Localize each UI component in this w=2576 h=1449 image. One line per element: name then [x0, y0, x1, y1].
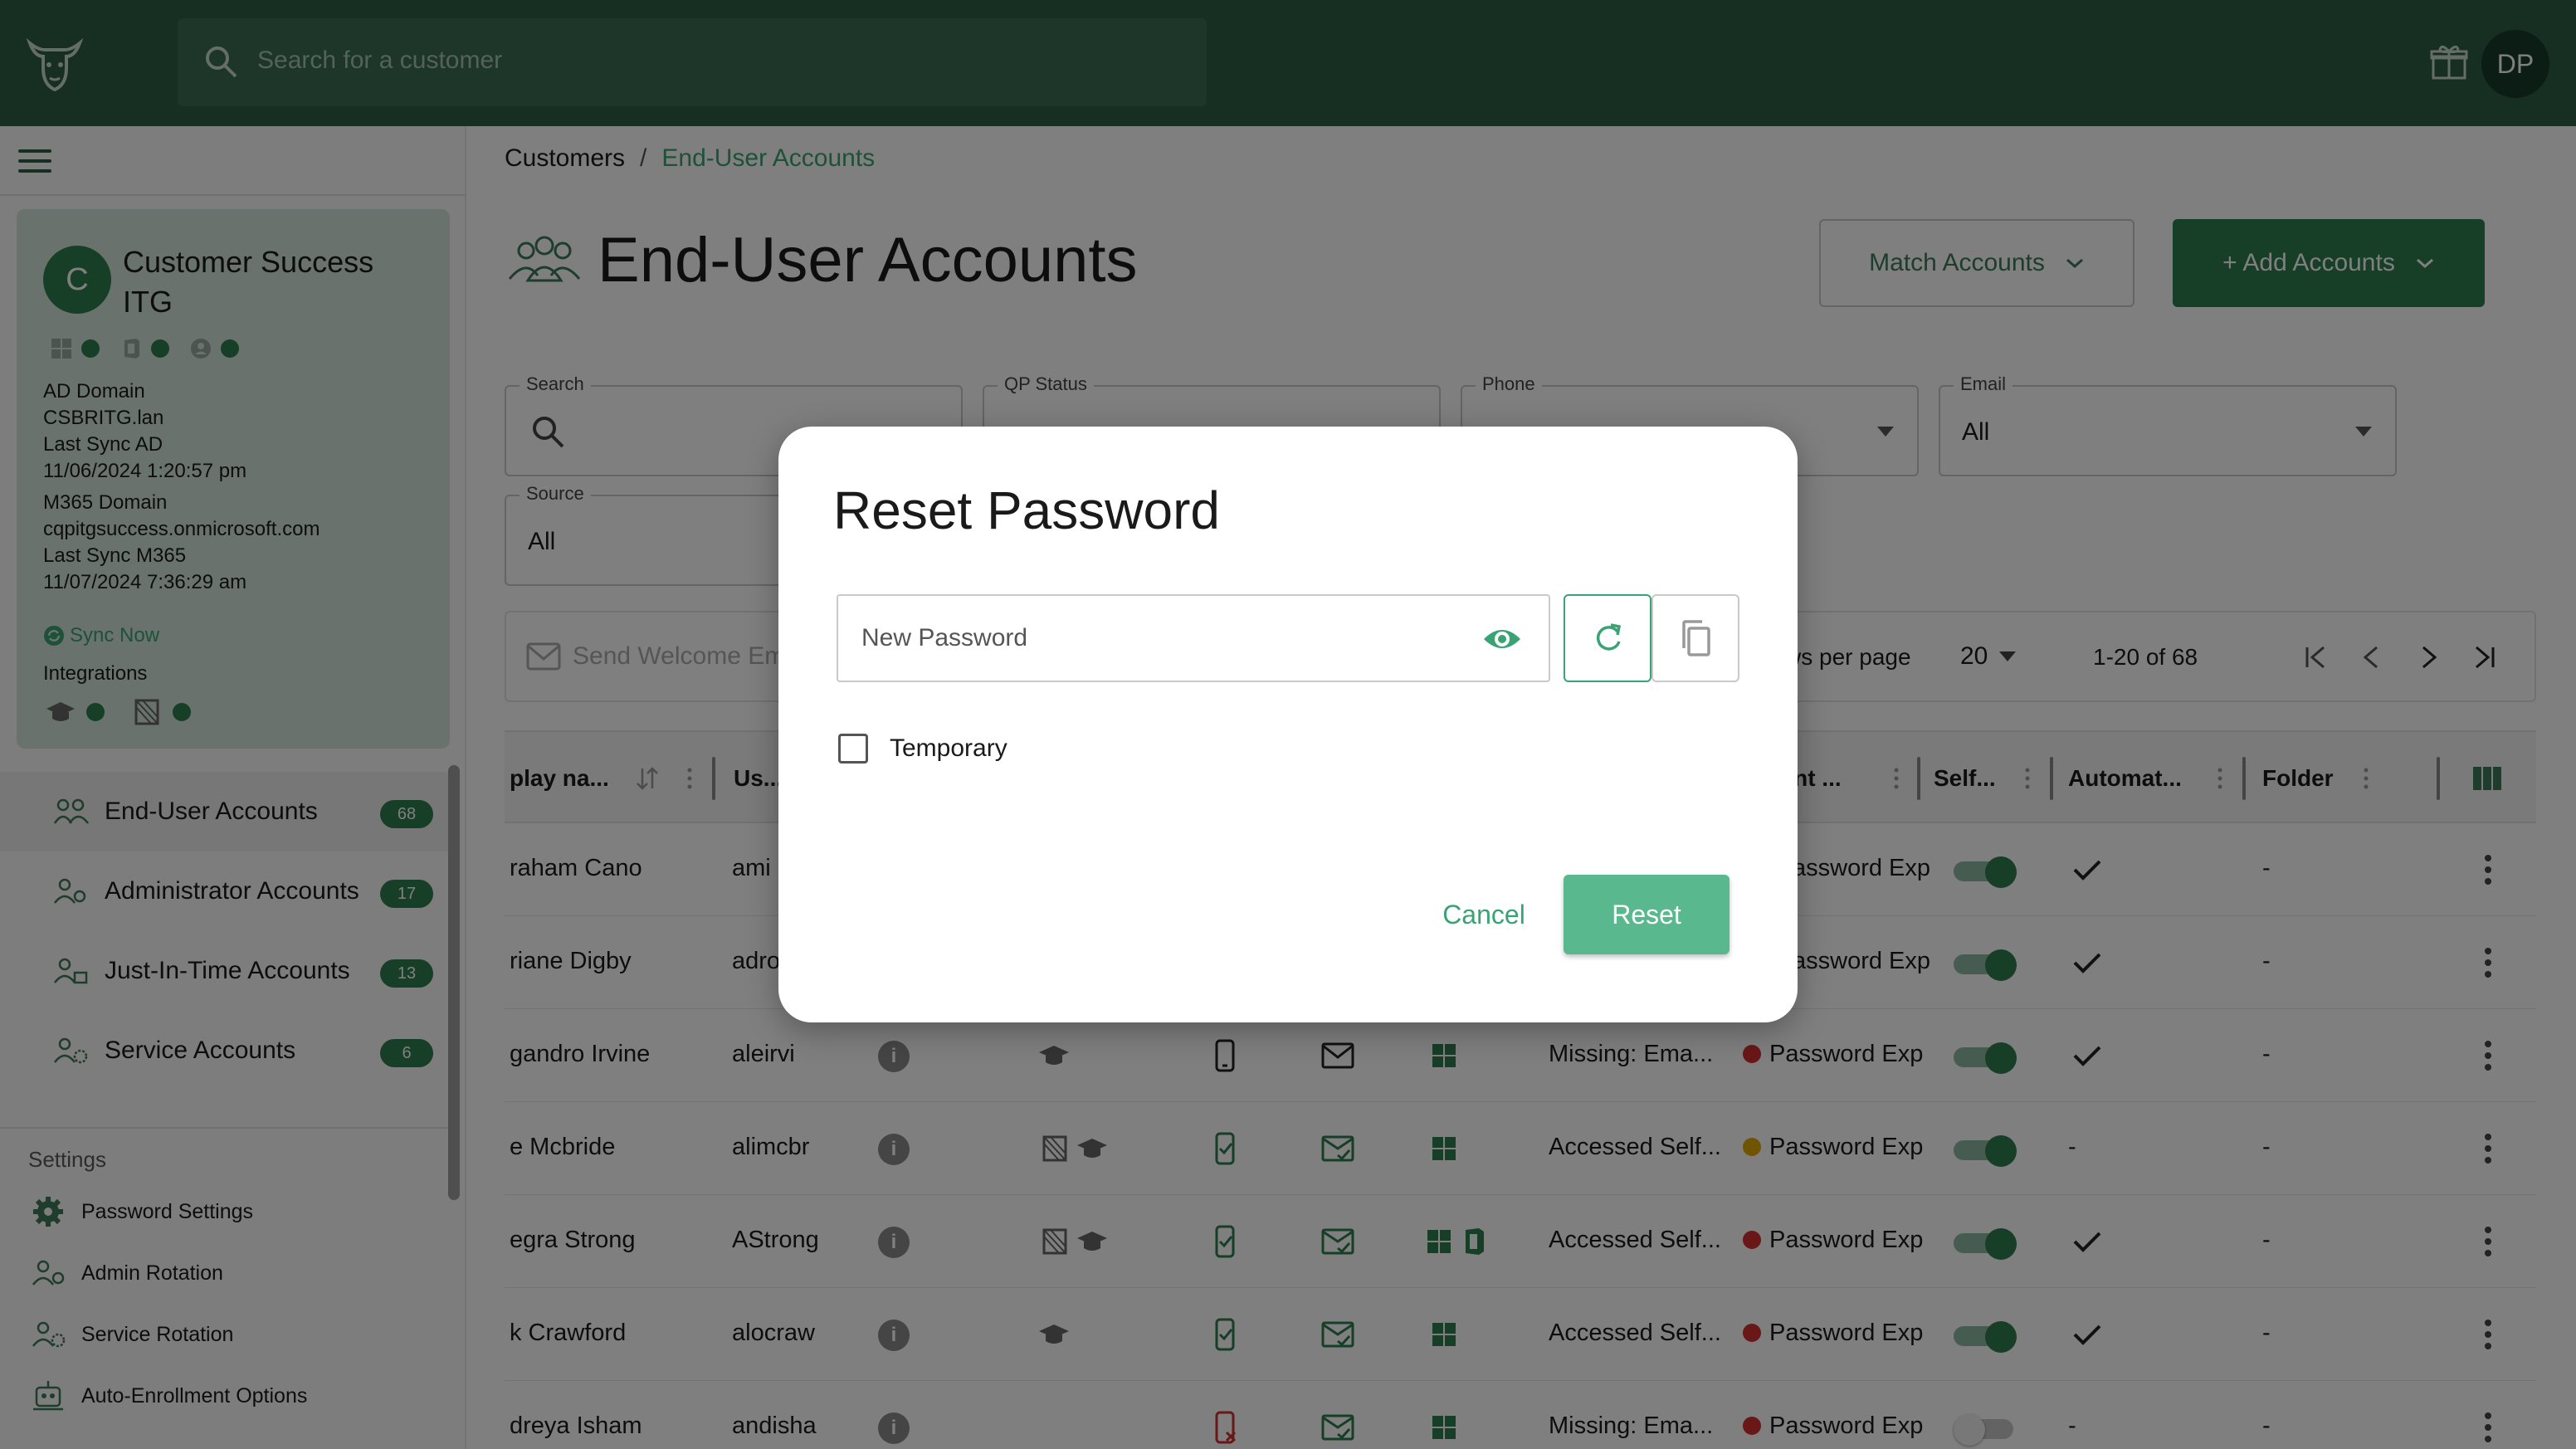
refresh-icon: [1596, 623, 1622, 651]
eye-icon[interactable]: [1482, 621, 1522, 657]
reset-password-dialog: Reset Password Temporary Cancel Reset: [778, 427, 1798, 1022]
copy-password-button[interactable]: [1651, 594, 1739, 682]
temporary-label: Temporary: [890, 734, 1007, 762]
new-password-input[interactable]: [840, 598, 1454, 679]
dialog-title: Reset Password: [833, 481, 1220, 540]
reset-button[interactable]: Reset: [1564, 875, 1730, 954]
generate-password-button[interactable]: [1564, 594, 1651, 682]
temporary-checkbox[interactable]: [838, 734, 868, 764]
cancel-button[interactable]: Cancel: [1409, 875, 1559, 954]
temporary-checkbox-row[interactable]: Temporary: [838, 734, 1007, 764]
new-password-field[interactable]: [837, 594, 1550, 682]
copy-icon: [1682, 620, 1710, 656]
